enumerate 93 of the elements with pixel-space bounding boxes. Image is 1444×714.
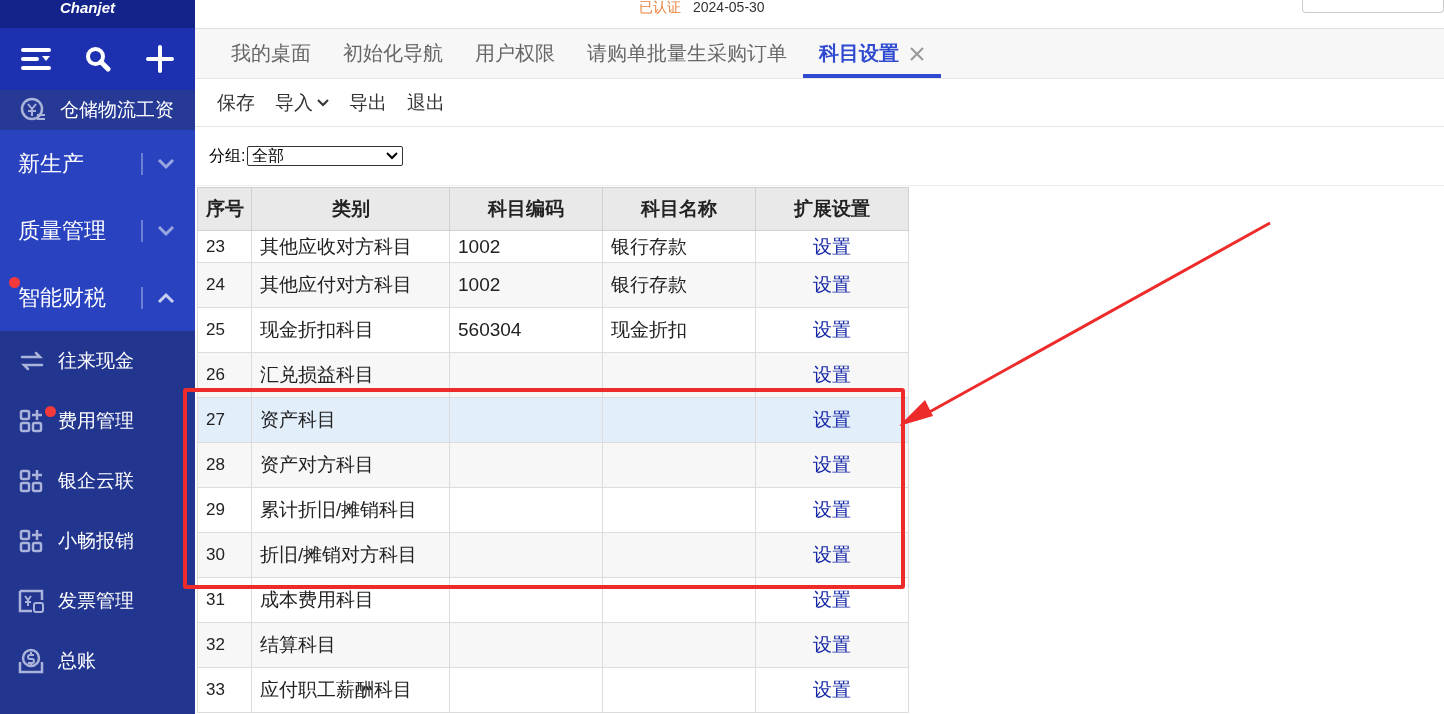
- table-row[interactable]: 27 资产科目 设置: [197, 397, 909, 443]
- sidebar-group[interactable]: 质量管理: [0, 197, 195, 264]
- tab[interactable]: 请购单批量生采购订单: [571, 29, 803, 78]
- column-header: 扩展设置: [755, 187, 909, 231]
- apps-icon: [18, 468, 44, 494]
- table-cell: 银行存款: [611, 274, 687, 295]
- table-cell: 折旧/摊销对方科目: [260, 544, 418, 565]
- settings-link[interactable]: 设置: [813, 454, 851, 475]
- sidebar-item[interactable]: 发票管理: [0, 571, 195, 631]
- table-cell: 23: [206, 236, 225, 256]
- logo: Chanjet: [60, 0, 115, 16]
- coin-icon: [20, 97, 46, 123]
- ledger-icon: [18, 648, 44, 674]
- table-cell: 1002: [458, 235, 501, 257]
- table-cell: 24: [206, 275, 225, 294]
- tab[interactable]: 用户权限: [459, 29, 571, 78]
- table-row[interactable]: 26 汇兑损益科目 设置: [197, 352, 909, 398]
- table-cell: 其他应收对方科目: [260, 235, 412, 257]
- table-row[interactable]: 24 其他应付对方科目 1002 银行存款 设置: [197, 262, 909, 308]
- table-row[interactable]: 32 结算科目 设置: [197, 622, 909, 668]
- sidebar-item[interactable]: 往来现金: [0, 331, 195, 391]
- settings-link[interactable]: 设置: [813, 589, 851, 610]
- table-row[interactable]: 33 应付职工薪酬科目 设置: [197, 667, 909, 713]
- toolbar-button[interactable]: 保存: [217, 89, 255, 116]
- table-cell: 26: [206, 365, 225, 384]
- table-cell: 累计折旧/摊销科目: [260, 499, 418, 520]
- table-cell: 现金折扣: [611, 319, 687, 340]
- toolbar-button[interactable]: 退出: [407, 89, 445, 116]
- date-label: 2024-05-30: [693, 0, 765, 14]
- table-cell: 其他应付对方科目: [260, 274, 412, 295]
- table-cell: 1002: [458, 274, 501, 295]
- settings-link[interactable]: 设置: [813, 634, 851, 655]
- settings-link[interactable]: 设置: [813, 319, 851, 340]
- sidebar-group[interactable]: 智能财税: [0, 264, 195, 331]
- sidebar-item[interactable]: 小畅报销: [0, 511, 195, 571]
- table-cell: 31: [206, 590, 225, 609]
- column-header: 类别: [251, 187, 450, 231]
- table-cell: 29: [206, 500, 225, 519]
- close-icon[interactable]: [909, 45, 925, 62]
- tab[interactable]: 我的桌面: [215, 29, 327, 78]
- caret-icon: [386, 152, 399, 160]
- add-icon[interactable]: [145, 45, 174, 73]
- table-row[interactable]: 29 累计折旧/摊销科目 设置: [197, 487, 909, 533]
- settings-link[interactable]: 设置: [813, 544, 851, 565]
- chevron-down-icon: [157, 157, 175, 170]
- table-cell: 资产科目: [260, 409, 336, 430]
- table-cell: 32: [206, 635, 225, 654]
- tab[interactable]: 科目设置: [803, 29, 941, 78]
- table-cell: 33: [206, 680, 225, 699]
- menu-icon[interactable]: [21, 47, 52, 71]
- sidebar-item[interactable]: 费用管理: [0, 391, 195, 451]
- settings-link[interactable]: 设置: [813, 235, 851, 257]
- table-cell: 资产对方科目: [260, 454, 374, 475]
- apps-icon: [18, 408, 44, 434]
- table-cell: 汇兑损益科目: [260, 364, 374, 385]
- table-cell: 结算科目: [260, 634, 336, 655]
- settings-link[interactable]: 设置: [813, 364, 851, 385]
- sidebar-item[interactable]: 银企云联: [0, 451, 195, 511]
- chevron-up-icon: [157, 291, 175, 304]
- table-cell: 560304: [458, 319, 522, 340]
- table-cell: 成本费用科目: [260, 589, 374, 610]
- toolbar-button[interactable]: 导入: [275, 89, 329, 116]
- group-select[interactable]: 全部: [247, 146, 404, 166]
- table-row[interactable]: 25 现金折扣科目 560304 现金折扣 设置: [197, 307, 909, 353]
- settings-link[interactable]: 设置: [813, 499, 851, 520]
- verified-label: 已认证: [639, 0, 681, 14]
- table-cell: 28: [206, 455, 225, 474]
- table-cell: 现金折扣科目: [260, 319, 374, 340]
- toolbar-button[interactable]: 导出: [349, 89, 387, 116]
- header-field[interactable]: [1302, 0, 1444, 13]
- table-cell: 25: [206, 320, 225, 339]
- settings-link[interactable]: 设置: [813, 409, 851, 430]
- settings-link[interactable]: 设置: [813, 274, 851, 295]
- table-cell: 银行存款: [611, 235, 687, 257]
- tab[interactable]: 初始化导航: [327, 29, 459, 78]
- table-row[interactable]: 31 成本费用科目 设置: [197, 577, 909, 623]
- table-row[interactable]: 28 资产对方科目 设置: [197, 442, 909, 488]
- sidebar-group[interactable]: 新生产: [0, 130, 195, 197]
- table-row[interactable]: 30 折旧/摊销对方科目 设置: [197, 532, 909, 578]
- table-row[interactable]: 23 其他应收对方科目 1002 银行存款 设置: [197, 230, 909, 263]
- column-header: 科目编码: [449, 187, 603, 231]
- table-cell: 应付职工薪酬科目: [260, 679, 412, 700]
- apps-icon: [18, 528, 44, 554]
- settings-link[interactable]: 设置: [813, 679, 851, 700]
- column-header: 序号: [197, 187, 252, 231]
- chevron-down-icon: [157, 224, 175, 237]
- column-header: 科目名称: [602, 187, 756, 231]
- table-cell: 27: [206, 410, 225, 429]
- search-icon[interactable]: [85, 46, 112, 72]
- filter-label: 分组:: [209, 145, 246, 166]
- table-cell: 30: [206, 545, 225, 564]
- sidebar-item[interactable]: 总账: [0, 631, 195, 691]
- invoice-icon: [18, 588, 44, 614]
